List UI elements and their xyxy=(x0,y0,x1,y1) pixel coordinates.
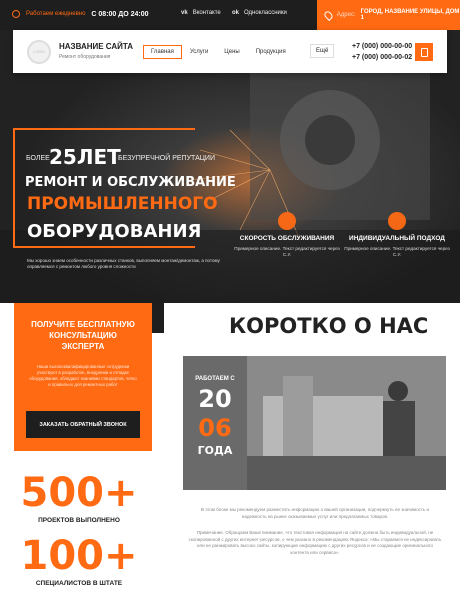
site-header: LOGO НАЗВАНИЕ САЙТА Ремонт оборудования … xyxy=(13,30,447,73)
since-suffix: ГОДА xyxy=(197,444,233,457)
phone-2[interactable]: +7 (000) 000-00-02 xyxy=(352,52,412,63)
clock-icon xyxy=(12,10,20,18)
site-subtitle: Ремонт оборудования xyxy=(59,54,111,60)
feature-individual: ИНДИВИДУАЛЬНЫЙ ПОДХОД Примерное описание… xyxy=(342,212,452,258)
feature-desc: Примерное описание. Текст редактируется … xyxy=(234,246,340,257)
nav-item-home[interactable]: Главная xyxy=(143,45,182,59)
nav-item-services[interactable]: Услуги xyxy=(182,45,216,59)
address-block: Адрес: ГОРОД, НАЗВАНИЕ УЛИЦЫ, ДОМ 1 xyxy=(317,0,460,30)
hero-title-line2: ПРОМЫШЛЕННОГО xyxy=(27,194,218,214)
stat-value: 100+ xyxy=(20,533,138,579)
main-nav: Главная Услуги Цены Продукция xyxy=(143,45,294,59)
top-bar: Работаем ежедневно С 08:00 ДО 24:00 vk Вк… xyxy=(0,0,460,30)
since-label: РАБОТАЕМ С xyxy=(195,376,235,382)
ok-link[interactable]: ok Одноклассники xyxy=(232,10,287,16)
vk-label: Вконтакте xyxy=(192,10,221,16)
site-name: НАЗВАНИЕ САЙТА xyxy=(59,42,134,51)
working-hours: Работаем ежедневно С 08:00 ДО 24:00 xyxy=(12,10,149,18)
feature-speed: СКОРОСТЬ ОБСЛУЖИВАНИЯ Примерное описание… xyxy=(232,212,342,258)
hours-value: С 08:00 ДО 24:00 xyxy=(91,10,149,18)
stat-projects: 500+ ПРОЕКТОВ ВЫПОЛНЕНО xyxy=(19,471,139,524)
feature-title: СКОРОСТЬ ОБСЛУЖИВАНИЯ xyxy=(239,235,335,242)
stat-label: СПЕЦИАЛИСТОВ В ШТАТЕ xyxy=(35,580,123,587)
logo[interactable]: LOGO xyxy=(27,40,51,64)
phone-icon[interactable] xyxy=(415,43,433,61)
about-paragraph-1: В этом блоке мы рекомендуем разместить и… xyxy=(200,507,430,519)
phone-1[interactable]: +7 (000) 000-00-00 xyxy=(352,41,412,52)
about-paragraph-2: Примечание. Обращаем Ваше внимание, что … xyxy=(188,530,442,555)
divider-block xyxy=(151,303,164,333)
address-value: ГОРОД, НАЗВАНИЕ УЛИЦЫ, ДОМ 1 xyxy=(360,9,460,21)
since-badge: РАБОТАЕМ С 20 06 ГОДА xyxy=(183,356,247,490)
hero-reputation: БЕЗУПРЕЧНОЙ РЕПУТАЦИИ xyxy=(118,155,215,162)
nav-item-prices[interactable]: Цены xyxy=(216,45,247,59)
since-year-part1: 20 xyxy=(198,385,232,413)
callback-button[interactable]: ЗАКАЗАТЬ ОБРАТНЫЙ ЗВОНОК xyxy=(26,411,140,438)
nav-more-button[interactable]: Ещё xyxy=(310,44,335,58)
worker-icon xyxy=(388,212,406,230)
hero-description: Мы хорошо знаем особенности различных ст… xyxy=(27,258,220,269)
hero-title-line3: ОБОРУДОВАНИЯ xyxy=(27,221,202,242)
cta-description: Наши высококвалифицированные сотрудники … xyxy=(29,364,137,387)
hours-label: Работаем ежедневно xyxy=(26,11,86,17)
hero-years: 25ЛЕТ xyxy=(49,145,121,169)
vk-icon: vk xyxy=(181,10,188,16)
cta-title: ПОЛУЧИТЕ БЕСПЛАТНУЮ КОНСУЛЬТАЦИЮ ЭКСПЕРТ… xyxy=(31,320,135,351)
stat-specialists: 100+ СПЕЦИАЛИСТОВ В ШТАТЕ xyxy=(19,534,139,587)
stat-value: 500+ xyxy=(20,470,138,516)
ok-label: Одноклассники xyxy=(244,10,287,16)
stat-label: ПРОЕКТОВ ВЫПОЛНЕНО xyxy=(38,517,120,524)
hero-more: БОЛЕЕ xyxy=(26,155,50,162)
consultation-card: ПОЛУЧИТЕ БЕСПЛАТНУЮ КОНСУЛЬТАЦИЮ ЭКСПЕРТ… xyxy=(14,303,152,451)
address-label: Адрес: xyxy=(336,12,356,18)
feature-desc: Примерное описание. Текст редактируется … xyxy=(344,246,450,257)
since-year-part2: 06 xyxy=(198,414,232,442)
about-title: КОРОТКО О НАС xyxy=(229,314,429,338)
nav-item-products[interactable]: Продукция xyxy=(248,45,294,59)
gear-icon xyxy=(278,212,296,230)
hero-title-line1: РЕМОНТ И ОБСЛУЖИВАНИЕ xyxy=(25,175,236,190)
vk-link[interactable]: vk Вконтакте xyxy=(181,10,221,16)
ok-icon: ok xyxy=(232,10,240,16)
map-pin-icon xyxy=(322,9,334,21)
phones: +7 (000) 000-00-00 +7 (000) 000-00-02 xyxy=(352,41,412,63)
feature-title: ИНДИВИДУАЛЬНЫЙ ПОДХОД xyxy=(349,235,445,242)
